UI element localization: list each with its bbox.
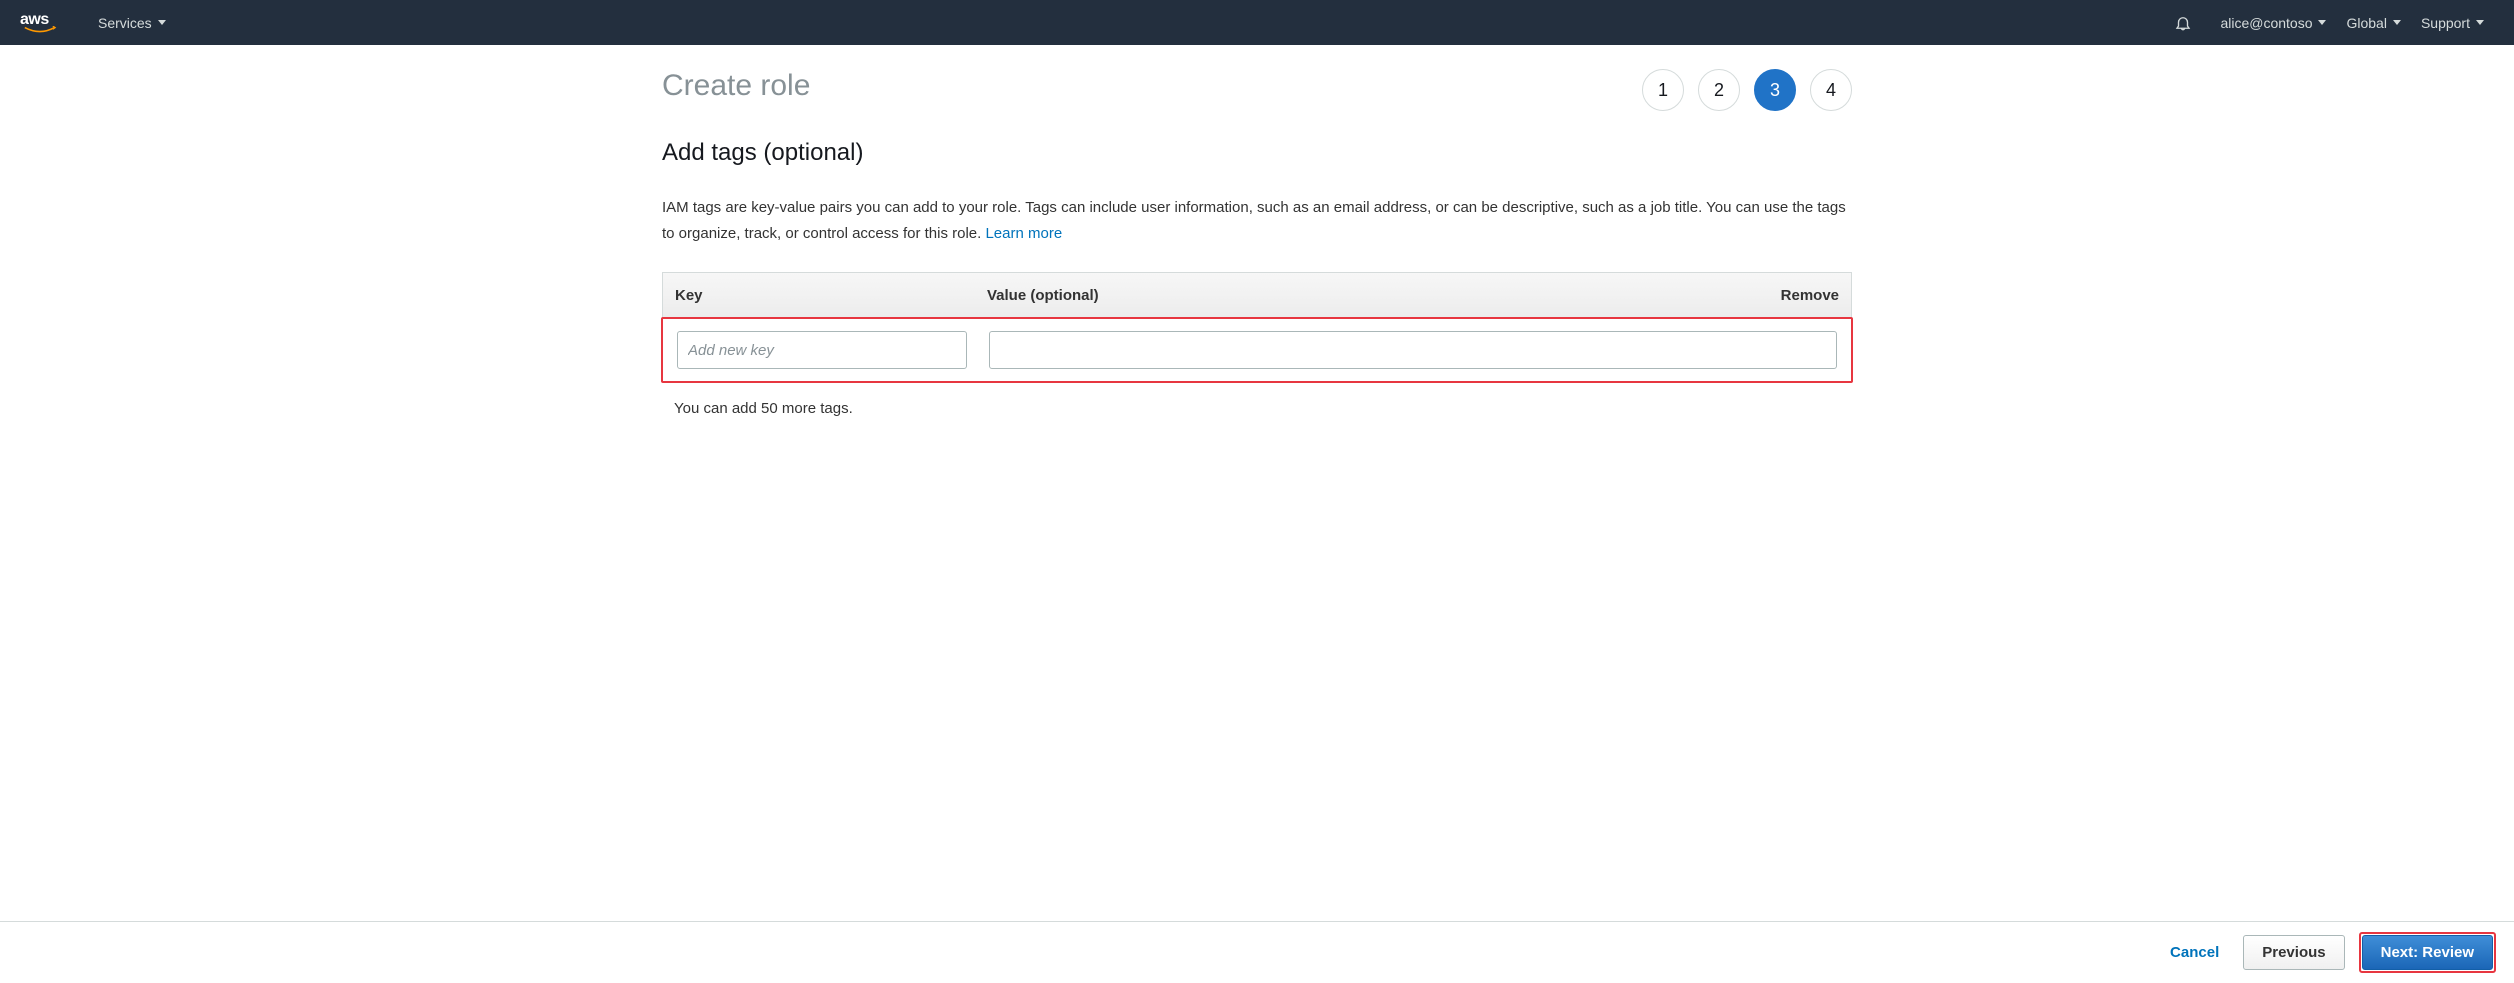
cancel-button[interactable]: Cancel xyxy=(2160,936,2229,969)
chevron-down-icon xyxy=(158,20,166,25)
wizard-steps: 1 2 3 4 xyxy=(1642,69,1852,111)
top-nav: aws Services alice@contoso Global Suppor… xyxy=(0,0,2514,45)
tag-key-input[interactable] xyxy=(677,331,967,369)
bell-icon[interactable] xyxy=(2174,14,2192,32)
page-title: Create role xyxy=(662,69,810,103)
step-4[interactable]: 4 xyxy=(1810,69,1852,111)
region-menu[interactable]: Global xyxy=(2336,15,2410,31)
services-menu[interactable]: Services xyxy=(88,15,176,31)
aws-logo-text: aws xyxy=(20,11,49,28)
step-1[interactable]: 1 xyxy=(1642,69,1684,111)
learn-more-link[interactable]: Learn more xyxy=(985,225,1062,242)
description-text: IAM tags are key-value pairs you can add… xyxy=(662,195,1852,246)
header-key: Key xyxy=(675,287,987,304)
next-review-button[interactable]: Next: Review xyxy=(2362,935,2493,970)
main-content: Create role 1 2 3 4 Add tags (optional) … xyxy=(662,45,1852,417)
services-label: Services xyxy=(98,15,152,31)
previous-button[interactable]: Previous xyxy=(2243,935,2344,970)
page-subtitle: Add tags (optional) xyxy=(662,139,1852,167)
support-label: Support xyxy=(2421,15,2470,31)
support-menu[interactable]: Support xyxy=(2411,15,2494,31)
wizard-footer: Cancel Previous Next: Review xyxy=(0,921,2514,983)
header-remove: Remove xyxy=(1759,287,1839,304)
highlighted-input-row xyxy=(661,317,1853,383)
description-body: IAM tags are key-value pairs you can add… xyxy=(662,199,1846,242)
region-label: Global xyxy=(2346,15,2386,31)
chevron-down-icon xyxy=(2393,20,2401,25)
step-3[interactable]: 3 xyxy=(1754,69,1796,111)
tag-input-row xyxy=(665,321,1849,379)
user-menu[interactable]: alice@contoso xyxy=(2210,15,2336,31)
next-button-highlight: Next: Review xyxy=(2359,932,2496,973)
tag-count-hint: You can add 50 more tags. xyxy=(674,400,1852,417)
header-value: Value (optional) xyxy=(987,287,1759,304)
step-2[interactable]: 2 xyxy=(1698,69,1740,111)
chevron-down-icon xyxy=(2476,20,2484,25)
tags-table: Key Value (optional) Remove xyxy=(662,272,1852,382)
tags-header-row: Key Value (optional) Remove xyxy=(663,273,1851,319)
aws-logo[interactable]: aws xyxy=(20,11,60,34)
chevron-down-icon xyxy=(2318,20,2326,25)
tag-value-input[interactable] xyxy=(989,331,1837,369)
user-label: alice@contoso xyxy=(2220,15,2312,31)
